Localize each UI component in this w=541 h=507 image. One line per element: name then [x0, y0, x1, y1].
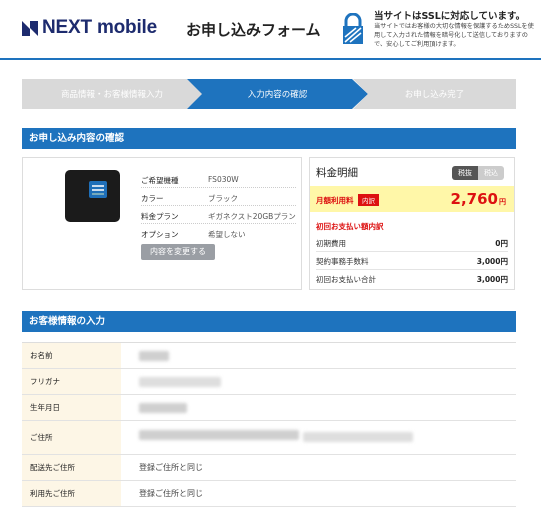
ssl-description: 当サイトではお客様の大切な情報を保護するためSSLを使用して入力された情報を暗号… — [374, 23, 534, 48]
table-row: 生年月日 — [22, 395, 516, 421]
router-device-image — [65, 170, 120, 222]
fee-title: 料金明細 — [316, 167, 358, 179]
table-row: 配送先ご住所 登録ご住所と同じ — [22, 455, 516, 481]
furigana-value-redacted — [121, 369, 516, 394]
usage-address-value: 登録ご住所と同じ — [139, 489, 203, 498]
spec-label: オプション — [141, 230, 179, 239]
page-title: お申し込みフォーム — [186, 21, 321, 39]
fee-row-label: 初期費用 — [316, 239, 346, 248]
step-confirm-label: 入力内容の確認 — [247, 90, 308, 100]
device-screen — [89, 181, 107, 198]
tax-toggle[interactable]: 税抜 税込 — [452, 166, 504, 180]
redacted-text — [139, 377, 221, 387]
yen-unit: 円 — [499, 198, 506, 206]
step-complete: お申し込み完了 — [353, 79, 516, 109]
spec-label: カラー — [141, 194, 164, 203]
fee-row-value: 0円 — [495, 239, 508, 248]
tax-excluded-option[interactable]: 税抜 — [452, 166, 478, 180]
fee-row-label: 初回お支払い合計 — [316, 275, 376, 284]
table-row: 利用先ご住所 登録ご住所と同じ — [22, 481, 516, 507]
monthly-fee-label: 月額利用料 — [316, 196, 354, 205]
fee-row-label: 契約事務手数料 — [316, 257, 369, 266]
ssl-title: 当サイトはSSLに対応しています。 — [374, 11, 526, 22]
fee-row-value: 3,000円 — [476, 257, 508, 266]
row-label: フリガナ — [22, 369, 121, 394]
spec-label: 料金プラン — [141, 212, 179, 221]
row-label: 配送先ご住所 — [22, 455, 121, 480]
initial-payment-heading: 初回お支払い額内訳 — [316, 222, 384, 231]
progress-steps: 商品情報・お客様情報入力 入力内容の確認 お申し込み完了 — [22, 79, 516, 109]
row-label: 利用先ご住所 — [22, 481, 121, 506]
breakdown-badge[interactable]: 内訳 — [358, 194, 379, 206]
spec-row-option: オプション 希望しない — [141, 224, 296, 242]
table-row: お名前 — [22, 343, 516, 369]
step-input-label: 商品情報・お客様情報入力 — [60, 90, 163, 100]
redacted-text — [303, 432, 413, 442]
fee-row-initial-cost: 初期費用 0円 — [316, 234, 508, 252]
redacted-text — [139, 351, 169, 361]
logo-n-icon — [22, 21, 38, 36]
spec-row-model: ご希望機種 FS030W — [141, 170, 296, 188]
step-confirm: 入力内容の確認 — [187, 79, 368, 109]
shipping-address-value: 登録ご住所と同じ — [139, 463, 203, 472]
change-order-button[interactable]: 内容を変更する — [141, 244, 215, 260]
birthdate-value-redacted — [121, 395, 516, 420]
fee-row-value: 3,000円 — [476, 275, 508, 284]
spec-label: ご希望機種 — [141, 176, 179, 185]
redacted-text — [139, 430, 299, 440]
table-row: フリガナ — [22, 369, 516, 395]
step-complete-label: お申し込み完了 — [404, 90, 465, 100]
order-details: ご希望機種 FS030W カラー ブラック 料金プラン ギガネクスト20GBプラ… — [22, 157, 302, 290]
spec-value: FS030W — [208, 175, 239, 184]
logo-text: NEXT mobile — [42, 17, 157, 38]
customer-section-title: お客様情報の入力 — [22, 311, 516, 332]
site-header: NEXT mobile お申し込みフォーム 当サイトはSSLに対応しています。 … — [0, 0, 541, 58]
row-label: ご住所 — [22, 421, 121, 454]
address-value-redacted — [121, 421, 516, 454]
next-mobile-logo[interactable]: NEXT mobile — [21, 17, 157, 39]
fee-details-panel: 料金明細 税抜 税込 月額利用料 内訳 2,760円 初回お支払い額内訳 初期費… — [309, 157, 515, 290]
monthly-fee-row: 月額利用料 内訳 2,760円 — [310, 186, 514, 212]
spec-row-plan: 料金プラン ギガネクスト20GBプラン — [141, 206, 296, 224]
header-divider — [0, 58, 541, 60]
spec-value: ギガネクスト20GBプラン — [208, 212, 296, 221]
tax-included-option[interactable]: 税込 — [478, 166, 504, 180]
spec-row-color: カラー ブラック — [141, 188, 296, 206]
name-value-redacted — [121, 343, 516, 368]
monthly-price-value: 2,760 — [450, 190, 498, 208]
spec-value: ブラック — [208, 194, 238, 203]
customer-info-table: お名前 フリガナ 生年月日 ご住所 配送先ご住所 登録ご住所と同じ 利用先ご住所… — [22, 342, 516, 507]
order-section-title: お申し込み内容の確認 — [22, 128, 516, 149]
monthly-price: 2,760円 — [451, 190, 506, 208]
table-row: ご住所 — [22, 421, 516, 455]
fee-row-contract-fee: 契約事務手数料 3,000円 — [316, 252, 508, 270]
spec-value: 希望しない — [208, 230, 246, 239]
redacted-text — [139, 403, 187, 413]
step-input: 商品情報・お客様情報入力 — [22, 79, 202, 109]
row-label: 生年月日 — [22, 395, 121, 420]
fee-row-total: 初回お支払い合計 3,000円 — [316, 270, 508, 288]
lock-icon — [343, 13, 363, 44]
row-label: お名前 — [22, 343, 121, 368]
